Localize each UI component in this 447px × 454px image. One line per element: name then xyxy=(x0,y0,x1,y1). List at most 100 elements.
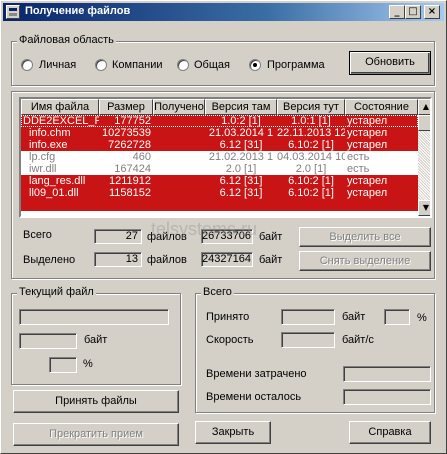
minimize-button[interactable]: _ xyxy=(389,5,405,19)
time-spent-value xyxy=(343,366,431,382)
cell-state: устарел xyxy=(347,115,388,127)
cell-size xyxy=(99,199,151,211)
cell-ver-here: 6.10:2 [1] xyxy=(288,139,334,151)
selected-bytes-label: байт xyxy=(259,254,283,266)
radio-personal[interactable] xyxy=(21,59,33,71)
current-file-percent xyxy=(49,357,77,373)
cell-ver-there: 2.0 [1] xyxy=(225,163,257,175)
cell-state xyxy=(347,199,418,211)
cell-name: lp.cfg xyxy=(29,151,56,163)
cell-state: есть xyxy=(347,163,370,175)
col-header-received[interactable]: Получено xyxy=(153,99,205,115)
cell-size: 167424 xyxy=(114,163,151,175)
app-icon xyxy=(6,5,20,19)
cell-size: 10273539 xyxy=(102,127,151,139)
list-scrollbar[interactable]: ▲ ▼ xyxy=(418,99,430,216)
col-header-version-there[interactable]: Версия там xyxy=(205,99,277,115)
total-count: 27 xyxy=(94,229,142,244)
radio-company[interactable] xyxy=(95,59,107,71)
speed-unit-label: байт/с xyxy=(342,334,374,346)
table-row[interactable]: lang_res.dll 1211912 6.12 [31] 6.10:2 [1] ус… xyxy=(21,175,418,187)
table-row[interactable] xyxy=(21,199,418,211)
scroll-thumb[interactable] xyxy=(418,115,430,131)
cell-size: 177752 xyxy=(114,115,151,127)
cell-ver-there: 21.03.2014 1 xyxy=(208,127,274,139)
stop-receive-button[interactable]: Прекратить прием xyxy=(13,423,179,446)
select-all-button[interactable]: Выделить все xyxy=(299,227,431,247)
selected-files-label: файлов xyxy=(147,254,187,266)
cell-received xyxy=(153,199,203,211)
current-file-name xyxy=(19,309,169,325)
cell-ver-here: 1.0:1 [1] xyxy=(291,115,331,127)
cell-ver-here: 6.10:2 [1] xyxy=(288,175,334,187)
cell-state: устарел xyxy=(347,139,388,151)
close-window-button[interactable]: × xyxy=(424,5,440,19)
received-percent xyxy=(384,309,410,325)
title-bar[interactable]: Получение файлов _ □ × xyxy=(3,3,444,21)
cell-ver-there xyxy=(205,199,277,211)
window-title: Получение файлов xyxy=(25,5,131,17)
radio-program-label[interactable]: Программа xyxy=(267,59,325,71)
total-files-label: файлов xyxy=(147,231,187,243)
col-header-size[interactable]: Размер xyxy=(99,99,153,115)
total-bytes-label: байт xyxy=(259,231,283,243)
cell-ver-there: 6.12 [31] xyxy=(219,187,263,199)
cell-name: DDE2EXCEL_P xyxy=(23,115,99,127)
table-row[interactable]: info.exe 7262728 6.12 [31] 6.10:2 [1] устаре… xyxy=(21,139,418,151)
col-header-version-here[interactable]: Версия тут xyxy=(277,99,345,115)
cell-received xyxy=(153,187,203,199)
radio-common-label[interactable]: Общая xyxy=(194,59,230,71)
cell-ver-here xyxy=(277,199,345,211)
totals-label: Всего xyxy=(201,286,234,298)
cell-received xyxy=(153,151,203,163)
table-row[interactable]: ll09_01.dll 1158152 6.12 [31] 6.10:2 [1] уст… xyxy=(21,187,418,199)
received-percent-label: % xyxy=(417,312,427,324)
radio-personal-label[interactable]: Личная xyxy=(39,59,76,71)
cell-received xyxy=(153,115,203,127)
radio-common[interactable] xyxy=(177,59,189,71)
speed-label: Скорость xyxy=(206,334,254,346)
cell-ver-there: 6.12 [31] xyxy=(219,139,263,151)
cell-received xyxy=(153,163,203,175)
current-file-bytes-label: байт xyxy=(84,334,108,346)
cell-state: устарел xyxy=(347,127,388,139)
table-row[interactable]: iwr.dll 167424 2.0 [1] 2.0 [1] есть xyxy=(21,163,418,175)
cell-ver-there: 6.12 [31] xyxy=(219,175,263,187)
selected-count: 13 xyxy=(94,252,142,267)
total-bytes: 26733706 xyxy=(201,229,253,244)
cell-name: info.exe xyxy=(29,139,68,151)
cell-received xyxy=(153,139,203,151)
col-header-name[interactable]: Имя файла xyxy=(21,99,99,115)
time-left-label: Времени осталось xyxy=(206,391,302,403)
cell-state: устарел xyxy=(347,187,388,199)
close-button[interactable]: Закрыть xyxy=(195,421,271,444)
deselect-button[interactable]: Снять выделение xyxy=(299,251,431,271)
file-list[interactable]: Имя файла Размер Получено Версия там Вер… xyxy=(19,97,432,218)
scroll-up-arrow-icon[interactable]: ▲ xyxy=(418,99,430,115)
cell-size: 7262728 xyxy=(108,139,151,151)
col-header-state[interactable]: Состояние xyxy=(345,99,418,115)
cell-state: есть xyxy=(347,151,370,163)
received-bytes xyxy=(281,309,335,325)
table-row[interactable]: info.chm 10273539 21.03.2014 1 22.11.2013 1… xyxy=(21,127,418,139)
cell-name: info.chm xyxy=(29,127,71,139)
cell-size: 1211912 xyxy=(108,175,151,187)
selected-bytes: 24327164 xyxy=(201,252,253,267)
cell-ver-here: 6.10:2 [1] xyxy=(288,187,334,199)
current-file-bytes xyxy=(19,333,77,349)
radio-company-label[interactable]: Компании xyxy=(112,59,163,71)
help-button[interactable]: Справка xyxy=(349,421,431,444)
receive-files-button[interactable]: Принять файлы xyxy=(13,390,179,413)
table-row[interactable]: DDE2EXCEL_P 177752 1.0:2 [1] 1.0:1 [1] устар… xyxy=(21,115,418,127)
radio-program[interactable] xyxy=(249,59,261,71)
total-label: Всего xyxy=(23,229,52,241)
cell-size: 460 xyxy=(132,151,151,163)
scroll-down-arrow-icon[interactable]: ▼ xyxy=(418,200,430,216)
current-file-label: Текущий файл xyxy=(17,286,96,298)
table-row[interactable]: lp.cfg 460 21.02.2013 1 04.03.2014 10 есть xyxy=(21,151,418,163)
cell-received xyxy=(153,127,203,139)
refresh-button[interactable]: Обновить xyxy=(349,51,431,75)
cell-ver-here: 22.11.2013 12 xyxy=(277,127,345,139)
maximize-button[interactable]: □ xyxy=(405,5,421,19)
cell-name xyxy=(23,199,99,211)
